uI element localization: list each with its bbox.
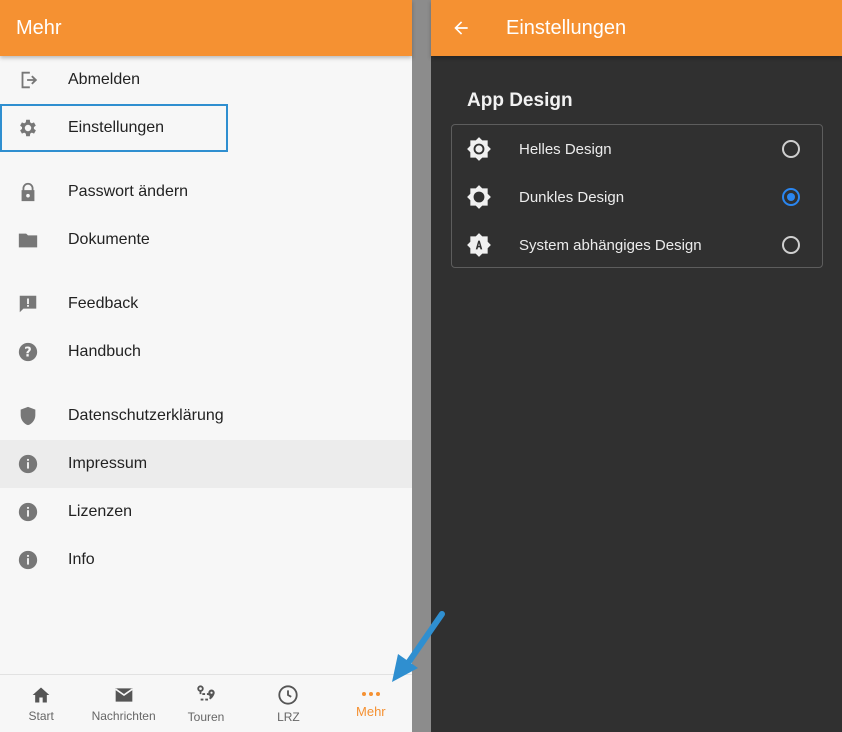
svg-text:?: ?: [24, 346, 31, 361]
radio-system-design[interactable]: [782, 236, 800, 254]
menu-item-einstellungen[interactable]: Einstellungen: [0, 104, 228, 152]
menu-item-label: Datenschutzerklärung: [68, 407, 224, 424]
info-icon: [16, 548, 40, 572]
menu-item-lizenzen[interactable]: Lizenzen: [0, 488, 412, 536]
menu-item-label: Feedback: [68, 295, 139, 312]
folder-icon: [16, 228, 40, 252]
shield-icon: [16, 404, 40, 428]
menu-item-info[interactable]: Info: [0, 536, 412, 584]
menu-item-abmelden[interactable]: Abmelden: [0, 56, 412, 104]
nav-touren[interactable]: Touren: [165, 675, 247, 732]
nav-label: Nachrichten: [91, 708, 156, 723]
menu-item-handbuch[interactable]: ? Handbuch: [0, 328, 412, 376]
menu-item-impressum[interactable]: Impressum: [0, 440, 412, 488]
more-panel: Mehr Abmelden Einstellungen Passwort änd…: [0, 0, 412, 732]
nav-nachrichten[interactable]: Nachrichten: [82, 675, 164, 732]
feedback-icon: [16, 292, 40, 316]
nav-label: Start: [28, 708, 54, 723]
option-label: Helles Design: [519, 140, 612, 158]
radio-helles-design[interactable]: [782, 140, 800, 158]
bottom-navigation: Start Nachrichten Touren LRZ Mehr: [0, 674, 412, 732]
settings-app-bar: Einstellungen: [431, 0, 842, 56]
annotation-arrow: [392, 611, 445, 682]
menu-item-passwort[interactable]: Passwort ändern: [0, 168, 412, 216]
gear-icon: [16, 116, 40, 140]
brightness-low-icon: [466, 185, 492, 209]
section-title: App Design: [467, 90, 573, 111]
page-title: Einstellungen: [506, 16, 627, 39]
menu-item-label: Lizenzen: [68, 503, 133, 520]
settings-panel: Einstellungen App Design Helles Design D…: [431, 0, 842, 732]
brightness-high-icon: [466, 137, 492, 161]
nav-label: Mehr: [356, 704, 386, 719]
design-options-card: Helles Design Dunkles Design System abhä…: [451, 124, 823, 268]
option-label: Dunkles Design: [519, 188, 625, 206]
menu-item-label: Impressum: [68, 455, 148, 472]
nav-label: LRZ: [277, 709, 300, 724]
radio-dunkles-design[interactable]: [782, 188, 800, 206]
mail-icon: [114, 687, 133, 702]
info-icon: [16, 452, 40, 476]
option-label: System abhängiges Design: [519, 236, 702, 254]
back-arrow-icon[interactable]: [449, 16, 473, 40]
brightness-auto-icon: [466, 233, 492, 257]
menu-item-label: Handbuch: [68, 343, 141, 360]
info-icon: [16, 500, 40, 524]
menu-item-label: Dokumente: [68, 231, 150, 248]
help-icon: ?: [16, 340, 40, 364]
more-dots-icon: [361, 692, 380, 696]
route-icon: [197, 684, 215, 700]
logout-icon: [16, 68, 40, 92]
page-title: Mehr: [16, 16, 62, 39]
menu-item-label: Info: [68, 551, 95, 568]
menu-item-dokumente[interactable]: Dokumente: [0, 216, 412, 264]
menu-item-label: Einstellungen: [68, 119, 165, 136]
option-helles-design[interactable]: Helles Design: [452, 125, 822, 173]
menu-item-feedback[interactable]: Feedback: [0, 280, 412, 328]
menu-item-datenschutz[interactable]: Datenschutzerklärung: [0, 392, 412, 440]
menu-item-label: Passwort ändern: [68, 183, 189, 200]
more-app-bar: Mehr: [0, 0, 412, 56]
nav-label: Touren: [187, 709, 225, 724]
lock-icon: [16, 180, 40, 204]
nav-start[interactable]: Start: [0, 675, 82, 732]
option-system-design[interactable]: System abhängiges Design: [452, 221, 822, 269]
menu-item-label: Abmelden: [68, 71, 141, 88]
option-dunkles-design[interactable]: Dunkles Design: [452, 173, 822, 221]
clock-icon: [278, 684, 299, 705]
nav-lrz[interactable]: LRZ: [247, 675, 329, 732]
home-icon: [32, 687, 50, 702]
